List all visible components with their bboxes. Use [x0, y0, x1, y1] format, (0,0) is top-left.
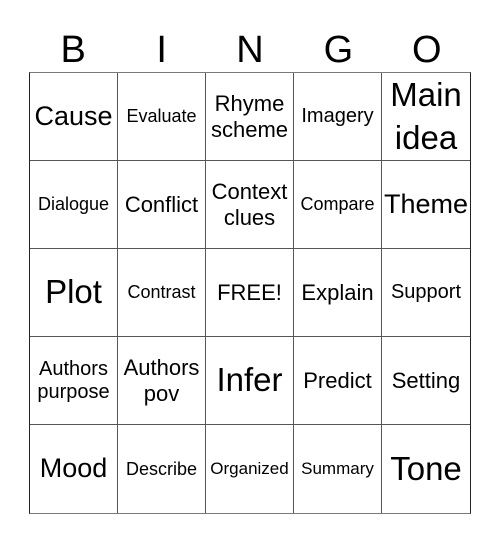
bingo-cell[interactable]: Authors pov: [118, 337, 206, 425]
bingo-cell[interactable]: Mood: [30, 425, 118, 513]
bingo-cell[interactable]: Plot: [30, 249, 118, 337]
bingo-cell[interactable]: Conflict: [118, 161, 206, 249]
bingo-cell[interactable]: Dialogue: [30, 161, 118, 249]
bingo-cell[interactable]: Cause: [30, 73, 118, 161]
header-letter-n: N: [236, 29, 264, 71]
bingo-cell[interactable]: Authors purpose: [30, 337, 118, 425]
header-letter-g: G: [323, 29, 354, 71]
header-letter-o: O: [412, 29, 442, 71]
bingo-cell[interactable]: Evaluate: [118, 73, 206, 161]
bingo-cell[interactable]: Tone: [382, 425, 470, 513]
bingo-cell[interactable]: Contrast: [118, 249, 206, 337]
bingo-cell[interactable]: Infer: [206, 337, 294, 425]
bingo-cell[interactable]: Organized: [206, 425, 294, 513]
bingo-cell[interactable]: Compare: [294, 161, 382, 249]
bingo-cell[interactable]: Rhyme scheme: [206, 73, 294, 161]
bingo-cell[interactable]: Explain: [294, 249, 382, 337]
bingo-cell[interactable]: Context clues: [206, 161, 294, 249]
header-letter-i: I: [156, 29, 167, 71]
bingo-cell[interactable]: Imagery: [294, 73, 382, 161]
bingo-cell[interactable]: Support: [382, 249, 470, 337]
bingo-cell[interactable]: Theme: [382, 161, 470, 249]
bingo-cell[interactable]: Summary: [294, 425, 382, 513]
bingo-cell[interactable]: Setting: [382, 337, 470, 425]
header-letter-b: B: [60, 29, 86, 71]
bingo-grid: Cause Evaluate Rhyme scheme Imagery Main…: [29, 72, 471, 514]
free-space[interactable]: FREE!: [206, 249, 294, 337]
bingo-header: B I N G O: [29, 28, 471, 72]
bingo-cell[interactable]: Describe: [118, 425, 206, 513]
bingo-cell[interactable]: Predict: [294, 337, 382, 425]
bingo-cell[interactable]: Main idea: [382, 73, 470, 161]
